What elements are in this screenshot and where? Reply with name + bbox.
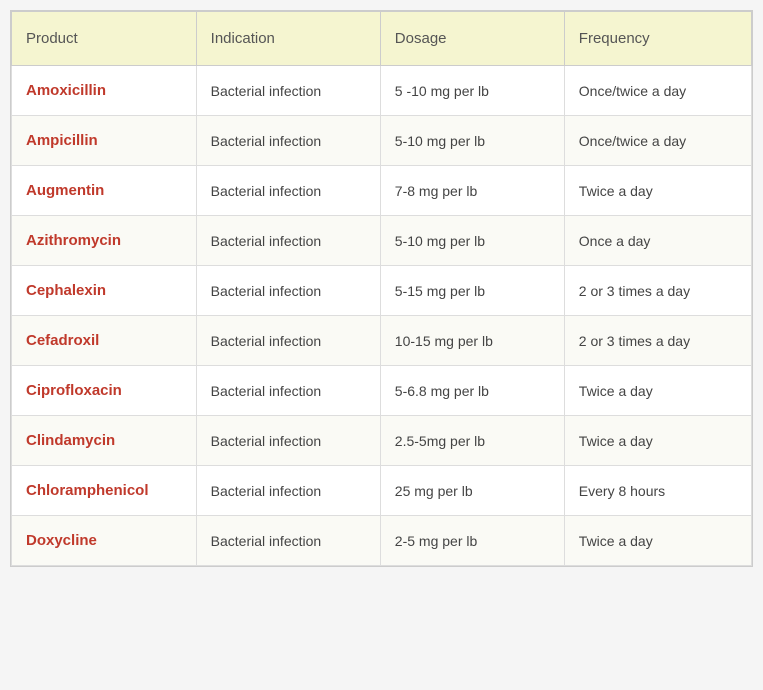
product-name: Clindamycin [26,432,115,449]
product-name: Cephalexin [26,282,106,299]
cell-frequency: Once/twice a day [564,66,751,116]
table-row: Cephalexin Bacterial infection5-15 mg per… [12,266,752,316]
cell-dosage: 5-10 mg per lb [380,116,564,166]
cell-dosage: 7-8 mg per lb [380,166,564,216]
cell-frequency: 2 or 3 times a day [564,266,751,316]
cell-frequency: Twice a day [564,516,751,566]
header-indication: Indication [196,12,380,66]
product-name: Chloramphenicol [26,482,149,499]
cell-dosage: 5-6.8 mg per lb [380,366,564,416]
cell-product: Cephalexin [12,266,197,316]
product-name: Cefadroxil [26,332,99,349]
cell-dosage: 2.5-5mg per lb [380,416,564,466]
cell-dosage: 2-5 mg per lb [380,516,564,566]
table-row: Amoxicillin Bacterial infection5 -10 mg p… [12,66,752,116]
cell-frequency: Twice a day [564,416,751,466]
cell-frequency: Every 8 hours [564,466,751,516]
cell-dosage: 5-15 mg per lb [380,266,564,316]
cell-indication: Bacterial infection [196,466,380,516]
cell-indication: Bacterial infection [196,216,380,266]
cell-frequency: Once/twice a day [564,116,751,166]
cell-frequency: Once a day [564,216,751,266]
product-name: Augmentin [26,182,104,199]
cell-indication: Bacterial infection [196,416,380,466]
cell-product: Clindamycin [12,416,197,466]
table-row: Ciprofloxacin Bacterial infection5-6.8 mg… [12,366,752,416]
cell-indication: Bacterial infection [196,366,380,416]
cell-product: Amoxicillin [12,66,197,116]
table-row: Cefadroxil Bacterial infection10-15 mg pe… [12,316,752,366]
cell-product: Doxycline [12,516,197,566]
cell-product: Cefadroxil [12,316,197,366]
cell-frequency: Twice a day [564,166,751,216]
cell-dosage: 5 -10 mg per lb [380,66,564,116]
table-row: Chloramphenicol Bacterial infection25 mg … [12,466,752,516]
table-header-row: Product Indication Dosage Frequency [12,12,752,66]
header-product: Product [12,12,197,66]
header-frequency: Frequency [564,12,751,66]
product-name: Amoxicillin [26,82,106,99]
cell-product: Ampicillin [12,116,197,166]
cell-product: Azithromycin [12,216,197,266]
table-row: Ampicillin Bacterial infection5-10 mg per… [12,116,752,166]
cell-indication: Bacterial infection [196,516,380,566]
cell-indication: Bacterial infection [196,266,380,316]
cell-product: Augmentin [12,166,197,216]
table-row: Augmentin Bacterial infection7-8 mg per l… [12,166,752,216]
header-dosage: Dosage [380,12,564,66]
cell-dosage: 10-15 mg per lb [380,316,564,366]
cell-indication: Bacterial infection [196,116,380,166]
medication-table: Product Indication Dosage Frequency Amox… [10,10,753,567]
product-name: Doxycline [26,532,97,549]
cell-indication: Bacterial infection [196,166,380,216]
cell-dosage: 5-10 mg per lb [380,216,564,266]
cell-product: Ciprofloxacin [12,366,197,416]
table-row: Clindamycin Bacterial infection2.5-5mg pe… [12,416,752,466]
cell-indication: Bacterial infection [196,66,380,116]
cell-product: Chloramphenicol [12,466,197,516]
cell-frequency: 2 or 3 times a day [564,316,751,366]
cell-frequency: Twice a day [564,366,751,416]
product-name: Ampicillin [26,132,98,149]
table-row: Azithromycin Bacterial infection5-10 mg p… [12,216,752,266]
table-row: Doxycline Bacterial infection2-5 mg per l… [12,516,752,566]
cell-dosage: 25 mg per lb [380,466,564,516]
product-name: Ciprofloxacin [26,382,122,399]
product-name: Azithromycin [26,232,121,249]
cell-indication: Bacterial infection [196,316,380,366]
